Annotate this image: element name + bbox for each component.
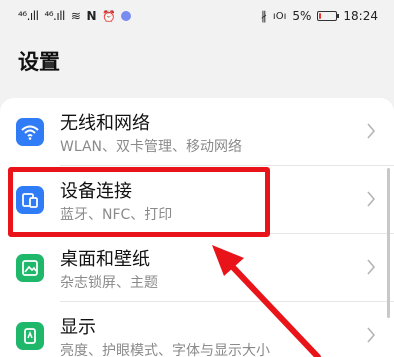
pointer-arrow-annotation xyxy=(212,245,321,357)
